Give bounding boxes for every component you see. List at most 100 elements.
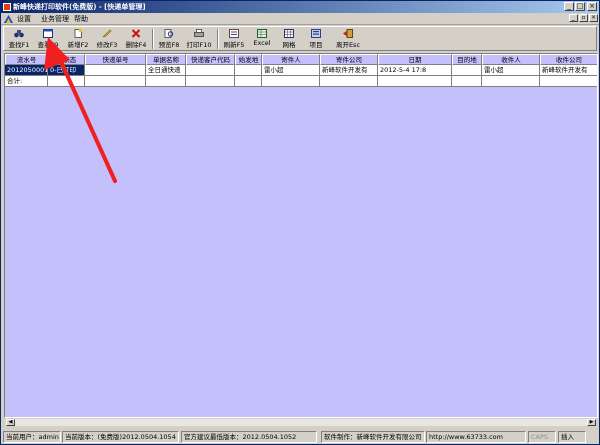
project-icon	[311, 29, 321, 38]
app-icon	[3, 3, 11, 11]
status-recommended-version: 官方建议最低版本：2012.0504.1052	[181, 431, 317, 443]
window-title: 新峰快递打印软件(免费版) - [快递单管理]	[13, 3, 146, 11]
table-cell	[262, 76, 320, 87]
status-current-version: 当前版本：(免费版)2012.0504.1054	[62, 431, 179, 443]
project-button-label: 项目	[309, 41, 323, 49]
exit-button-label: 离开Esc	[335, 41, 361, 49]
delete-button-label: 删除F4	[125, 41, 147, 49]
maximize-button[interactable]: □	[575, 2, 585, 11]
column-header[interactable]: 收件人	[482, 54, 540, 65]
table-cell[interactable]: 新峰软件开发有	[540, 65, 597, 76]
excel-button-label: Excel	[253, 39, 271, 47]
binoculars-icon	[14, 30, 24, 38]
status-bar: 当前用户：admin 当前版本：(免费版)2012.0504.1054 官方建议…	[1, 429, 599, 444]
excel-button[interactable]: Excel	[250, 28, 274, 50]
table-cell[interactable]: 新峰软件开发有	[320, 65, 378, 76]
table-cell	[235, 76, 262, 87]
print-button[interactable]: 打印F10	[185, 28, 213, 50]
excel-icon	[257, 29, 267, 38]
edit-button-label: 修改F3	[96, 41, 118, 49]
preview-button[interactable]: 预览F8	[156, 28, 182, 50]
table-cell	[378, 76, 452, 87]
delete-x-icon	[131, 29, 141, 38]
grid-icon	[284, 29, 294, 38]
refresh-icon	[229, 29, 239, 38]
exit-button[interactable]: 离开Esc	[334, 28, 362, 50]
table-cell	[452, 76, 482, 87]
find-button-label: 查找F1	[8, 41, 30, 49]
column-header[interactable]: 目的地	[452, 54, 482, 65]
table-cell	[540, 76, 597, 87]
status-producer: 软件制作：新峰软件开发有限公司	[321, 431, 425, 443]
mdi-minimize-button[interactable]: _	[569, 14, 578, 22]
table-cell[interactable]: 全日通快递	[146, 65, 186, 76]
total-label: 合计:	[5, 76, 48, 87]
column-header[interactable]: 寄件人	[262, 54, 320, 65]
table-cell[interactable]: 雷小超	[482, 65, 540, 76]
delete-button[interactable]: 删除F4	[123, 28, 149, 50]
edit-button[interactable]: 修改F3	[94, 28, 120, 50]
preview-button-label: 预览F8	[158, 41, 180, 49]
add-button-label: 新增F2	[67, 41, 89, 49]
toolbar: 查找F1 查看F9 新增F2 修改F3 删除F4 预览F8 打印F10 刷新F5…	[3, 26, 597, 51]
table-cell	[186, 76, 235, 87]
column-header[interactable]: 收件公司	[540, 54, 597, 65]
edit-pencil-icon	[102, 29, 112, 38]
title-bar[interactable]: 新峰快递打印软件(免费版) - [快递单管理]	[1, 1, 599, 13]
grid-button-label: 网格	[282, 41, 296, 49]
printer-icon	[194, 29, 204, 37]
table-cell[interactable]	[235, 65, 262, 76]
status-mode: 插入	[558, 431, 586, 443]
table-cell[interactable]: 2012050001	[5, 65, 48, 76]
view-window-icon	[43, 29, 53, 38]
preview-icon	[164, 29, 174, 38]
column-header[interactable]: 流水号	[5, 54, 48, 65]
table-cell	[85, 76, 146, 87]
project-button[interactable]: 项目	[306, 28, 326, 50]
scroll-left-icon[interactable]: ◀	[6, 419, 15, 426]
exit-door-icon	[343, 29, 353, 38]
mdi-restore-button[interactable]: ▫	[579, 14, 588, 22]
column-header[interactable]: 单据名称	[146, 54, 186, 65]
column-header[interactable]: 快递单号	[85, 54, 146, 65]
toolbar-separator	[152, 29, 154, 49]
horizontal-scrollbar[interactable]: ◀ ▶	[5, 418, 597, 427]
refresh-button[interactable]: 刷新F5	[221, 28, 247, 50]
minimize-button[interactable]: _	[564, 2, 574, 11]
print-button-label: 打印F10	[186, 41, 212, 49]
column-header[interactable]: 寄件公司	[320, 54, 378, 65]
status-current-user: 当前用户：admin	[3, 431, 61, 443]
table-cell	[482, 76, 540, 87]
toolbar-separator	[217, 29, 219, 49]
scroll-right-icon[interactable]: ▶	[587, 419, 596, 426]
find-button[interactable]: 查找F1	[7, 28, 31, 50]
status-website[interactable]: http://www.63733.com	[426, 431, 526, 443]
menu-business[interactable]: 业务管理	[41, 14, 69, 24]
view-button-label: 查看F9	[37, 41, 59, 49]
table-cell[interactable]	[452, 65, 482, 76]
app-logo-icon	[4, 15, 13, 23]
table-cell[interactable]	[85, 65, 146, 76]
table-cell	[320, 76, 378, 87]
add-button[interactable]: 新增F2	[65, 28, 91, 50]
new-document-icon	[74, 29, 82, 38]
grid-button[interactable]: 网格	[279, 28, 299, 50]
data-grid[interactable]: 流水号 发状态 快递单号 单据名称 快递客户代码 始发地 寄件人 寄件公司 日期…	[4, 53, 598, 418]
close-button[interactable]: ×	[587, 2, 597, 11]
table-cell[interactable]: 雷小超	[262, 65, 320, 76]
menu-settings[interactable]: 设置	[17, 14, 31, 24]
column-header[interactable]: 发状态	[48, 54, 85, 65]
menu-help[interactable]: 帮助	[74, 14, 88, 24]
table-cell[interactable]: 0-已打印	[48, 65, 85, 76]
table-cell[interactable]	[186, 65, 235, 76]
mdi-close-button[interactable]: ×	[589, 14, 598, 22]
main-window: 新峰快递打印软件(免费版) - [快递单管理] _ □ × 设置 业务管理 帮助…	[0, 0, 600, 445]
table-cell[interactable]: 2012-5-4 17:8	[378, 65, 452, 76]
column-header[interactable]: 始发地	[235, 54, 262, 65]
column-header[interactable]: 快递客户代码	[186, 54, 235, 65]
column-header[interactable]: 日期	[378, 54, 452, 65]
view-button[interactable]: 查看F9	[35, 28, 61, 50]
status-caps: CAPS	[528, 431, 556, 443]
table-cell	[48, 76, 85, 87]
table-cell	[146, 76, 186, 87]
